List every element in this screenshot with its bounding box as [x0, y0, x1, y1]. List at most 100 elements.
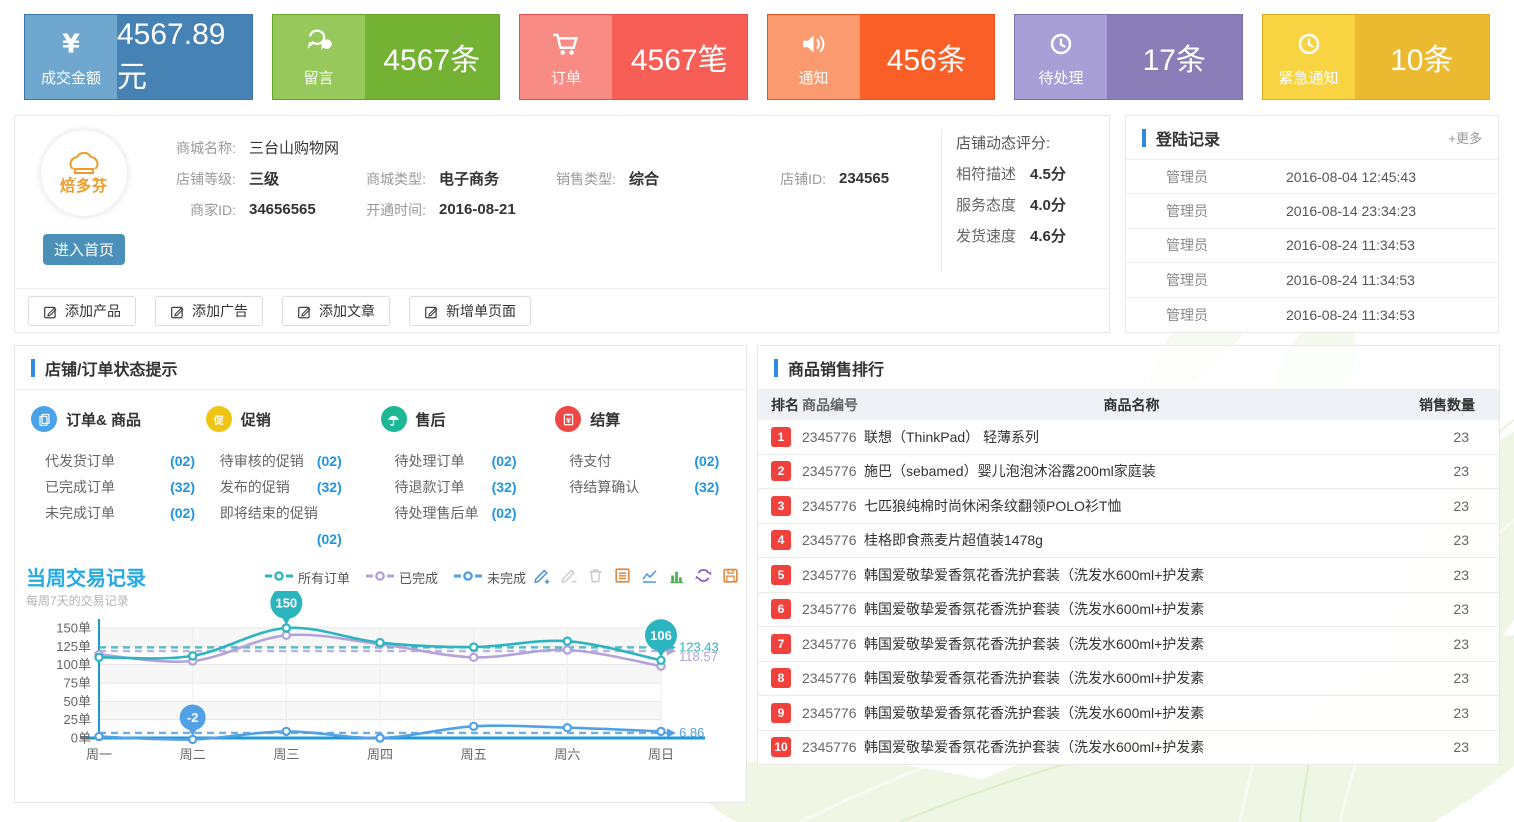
- rank-badge: 5: [771, 565, 791, 585]
- rank-badge: 1: [771, 427, 791, 447]
- refresh-icon[interactable]: [693, 565, 713, 585]
- info-field-value: 综合: [629, 168, 659, 189]
- status-item-count[interactable]: (32): [317, 474, 342, 500]
- status-item-count[interactable]: (32): [694, 474, 719, 500]
- more-link[interactable]: +更多: [1448, 128, 1482, 147]
- action-button-添加文章[interactable]: 添加文章: [282, 296, 390, 326]
- info-field-label: 店铺ID:: [746, 169, 826, 189]
- ratings-title: 店铺动态评分:: [956, 128, 1066, 159]
- product-sku: 2345776: [802, 463, 864, 479]
- stat-card-订单[interactable]: 订单4567笔: [519, 14, 748, 100]
- status-item-count[interactable]: (02): [317, 448, 342, 474]
- rank-cell: 6: [758, 599, 802, 619]
- ranking-row: 82345776韩国爱敬挚爱香氛花香洗护套装（洗发水600ml+护发素23: [758, 662, 1499, 697]
- trash-icon[interactable]: [585, 565, 605, 585]
- product-name: 韩国爱敬挚爱香氛花香洗护套装（洗发水600ml+护发素: [864, 737, 1399, 757]
- weekly-transactions-chart: 0单25单50单75单100单125单150单周一周二周三周四周五周六周日123…: [23, 591, 739, 803]
- product-name: 韩国爱敬挚爱香氛花香洗护套装（洗发水600ml+护发素: [864, 599, 1399, 619]
- status-item-label: 待处理售后单: [395, 500, 479, 526]
- action-button-添加广告[interactable]: 添加广告: [155, 296, 263, 326]
- status-item-count[interactable]: (02): [492, 500, 517, 526]
- data-view-icon[interactable]: [612, 565, 632, 585]
- stat-card-left: 通知: [768, 15, 860, 99]
- shop-logo-text: 焙多芬: [60, 175, 108, 196]
- rank-badge: 6: [771, 599, 791, 619]
- rating-value: 4.0分: [1030, 190, 1066, 221]
- status-item-count[interactable]: (32): [492, 474, 517, 500]
- bar-chart-icon[interactable]: [666, 565, 686, 585]
- svg-text:25单: 25单: [64, 712, 91, 727]
- login-record-row: 管理员2016-08-24 11:34:53: [1126, 263, 1498, 297]
- info-field: 商城类型:电子商务: [346, 168, 536, 189]
- status-item-待支付[interactable]: 待支付(02): [569, 448, 719, 474]
- status-item-待处理订单[interactable]: 待处理订单(02): [395, 448, 517, 474]
- rank-cell: 9: [758, 703, 802, 723]
- ranking-row: 102345776韩国爱敬挚爱香氛花香洗护套装（洗发水600ml+护发素23: [758, 731, 1499, 766]
- status-item-count[interactable]: (02): [170, 500, 195, 526]
- legend-item-所有订单[interactable]: 所有订单: [265, 568, 350, 587]
- status-item-count[interactable]: (02): [492, 448, 517, 474]
- status-group-header: ¥结算: [555, 406, 730, 432]
- stat-card-left: 紧急通知: [1263, 15, 1355, 99]
- status-item-即将结束的促销[interactable]: 即将结束的促销(02): [220, 500, 342, 552]
- status-item-待结算确认[interactable]: 待结算确认(32): [569, 474, 719, 500]
- save-icon[interactable]: [720, 565, 740, 585]
- rank-badge: 8: [771, 668, 791, 688]
- status-item-待审核的促销[interactable]: 待审核的促销(02): [220, 448, 342, 474]
- horizontal-divider: [15, 288, 1109, 289]
- stat-card-待处理[interactable]: 待处理17条: [1014, 14, 1243, 100]
- sales-quantity: 23: [1399, 739, 1499, 755]
- vertical-divider: [941, 130, 942, 272]
- action-button-添加产品[interactable]: 添加产品: [28, 296, 136, 326]
- legend-item-已完成[interactable]: 已完成: [366, 568, 438, 587]
- login-user: 管理员: [1166, 167, 1286, 187]
- info-field: 商家ID:34656565: [156, 200, 346, 220]
- svg-text:0单: 0单: [71, 731, 91, 746]
- stat-card-紧急通知[interactable]: 紧急通知10条: [1262, 14, 1491, 100]
- ranking-row: 12345776联想（ThinkPad） 轻薄系列23: [758, 420, 1499, 455]
- action-button-新增单页面[interactable]: 新增单页面: [409, 296, 531, 326]
- svg-text:125单: 125单: [56, 639, 91, 654]
- status-item-发布的促销[interactable]: 发布的促销(32): [220, 474, 342, 500]
- status-item-count[interactable]: (02): [317, 526, 342, 552]
- rank-badge: 4: [771, 530, 791, 550]
- line-chart-icon[interactable]: [639, 565, 659, 585]
- status-item-未完成订单[interactable]: 未完成订单(02): [45, 500, 195, 526]
- svg-text:50单: 50单: [64, 694, 91, 709]
- product-sku: 2345776: [802, 636, 864, 652]
- status-item-count[interactable]: (02): [170, 448, 195, 474]
- order-status-panel: 店铺/订单状态提示 订单& 商品代发货订单(02)已完成订单(32)未完成订单(…: [14, 345, 747, 803]
- status-item-已完成订单[interactable]: 已完成订单(32): [45, 474, 195, 500]
- info-field-label: 开通时间:: [346, 200, 426, 220]
- pencil-plus-icon[interactable]: [531, 565, 551, 585]
- login-records-panel: 登陆记录 +更多 管理员2016-08-04 12:45:43管理员2016-0…: [1125, 115, 1499, 333]
- action-button-label: 添加广告: [192, 301, 248, 321]
- svg-text:¥: ¥: [62, 30, 80, 60]
- ranking-row: 52345776韩国爱敬挚爱香氛花香洗护套装（洗发水600ml+护发素23: [758, 558, 1499, 593]
- ranking-row: 22345776施巴（sebamed）婴儿泡泡沐浴露200ml家庭装23: [758, 455, 1499, 490]
- legend-item-未完成[interactable]: 未完成: [454, 568, 526, 587]
- product-sku: 2345776: [802, 670, 864, 686]
- pencil-minus-icon[interactable]: [558, 565, 578, 585]
- stat-card-留言[interactable]: 留言4567条: [272, 14, 501, 100]
- stat-card-value: 4567.89元: [117, 15, 252, 99]
- stat-cards: ¥ 成交金额 4567.89元留言4567条订单4567笔通知456条待处理17条紧…: [24, 14, 1490, 100]
- status-item-代发货订单[interactable]: 代发货订单(02): [45, 448, 195, 474]
- status-item-待退款订单[interactable]: 待退款订单 (32): [395, 474, 517, 500]
- ranking-row: 92345776韩国爱敬挚爱香氛花香洗护套装（洗发水600ml+护发素23: [758, 696, 1499, 731]
- stat-card-成交金额[interactable]: ¥ 成交金额 4567.89元: [24, 14, 253, 100]
- edit-square-icon: [424, 304, 439, 319]
- svg-text:150: 150: [275, 596, 297, 611]
- enter-home-button[interactable]: 进入首页: [43, 234, 125, 265]
- stat-card-通知[interactable]: 通知456条: [767, 14, 996, 100]
- status-item-count[interactable]: (02): [694, 448, 719, 474]
- clock-icon: [1292, 27, 1326, 61]
- title-accent-bar: [1142, 129, 1146, 147]
- sales-quantity: 23: [1399, 705, 1499, 721]
- status-item-待处理售后单[interactable]: 待处理售后单 (02): [395, 500, 517, 526]
- status-item-count[interactable]: (32): [170, 474, 195, 500]
- status-item-label: 待退款订单: [395, 474, 465, 500]
- product-name: 联想（ThinkPad） 轻薄系列: [864, 427, 1399, 447]
- login-user: 管理员: [1166, 235, 1286, 255]
- stat-card-label: 成交金额: [41, 67, 101, 88]
